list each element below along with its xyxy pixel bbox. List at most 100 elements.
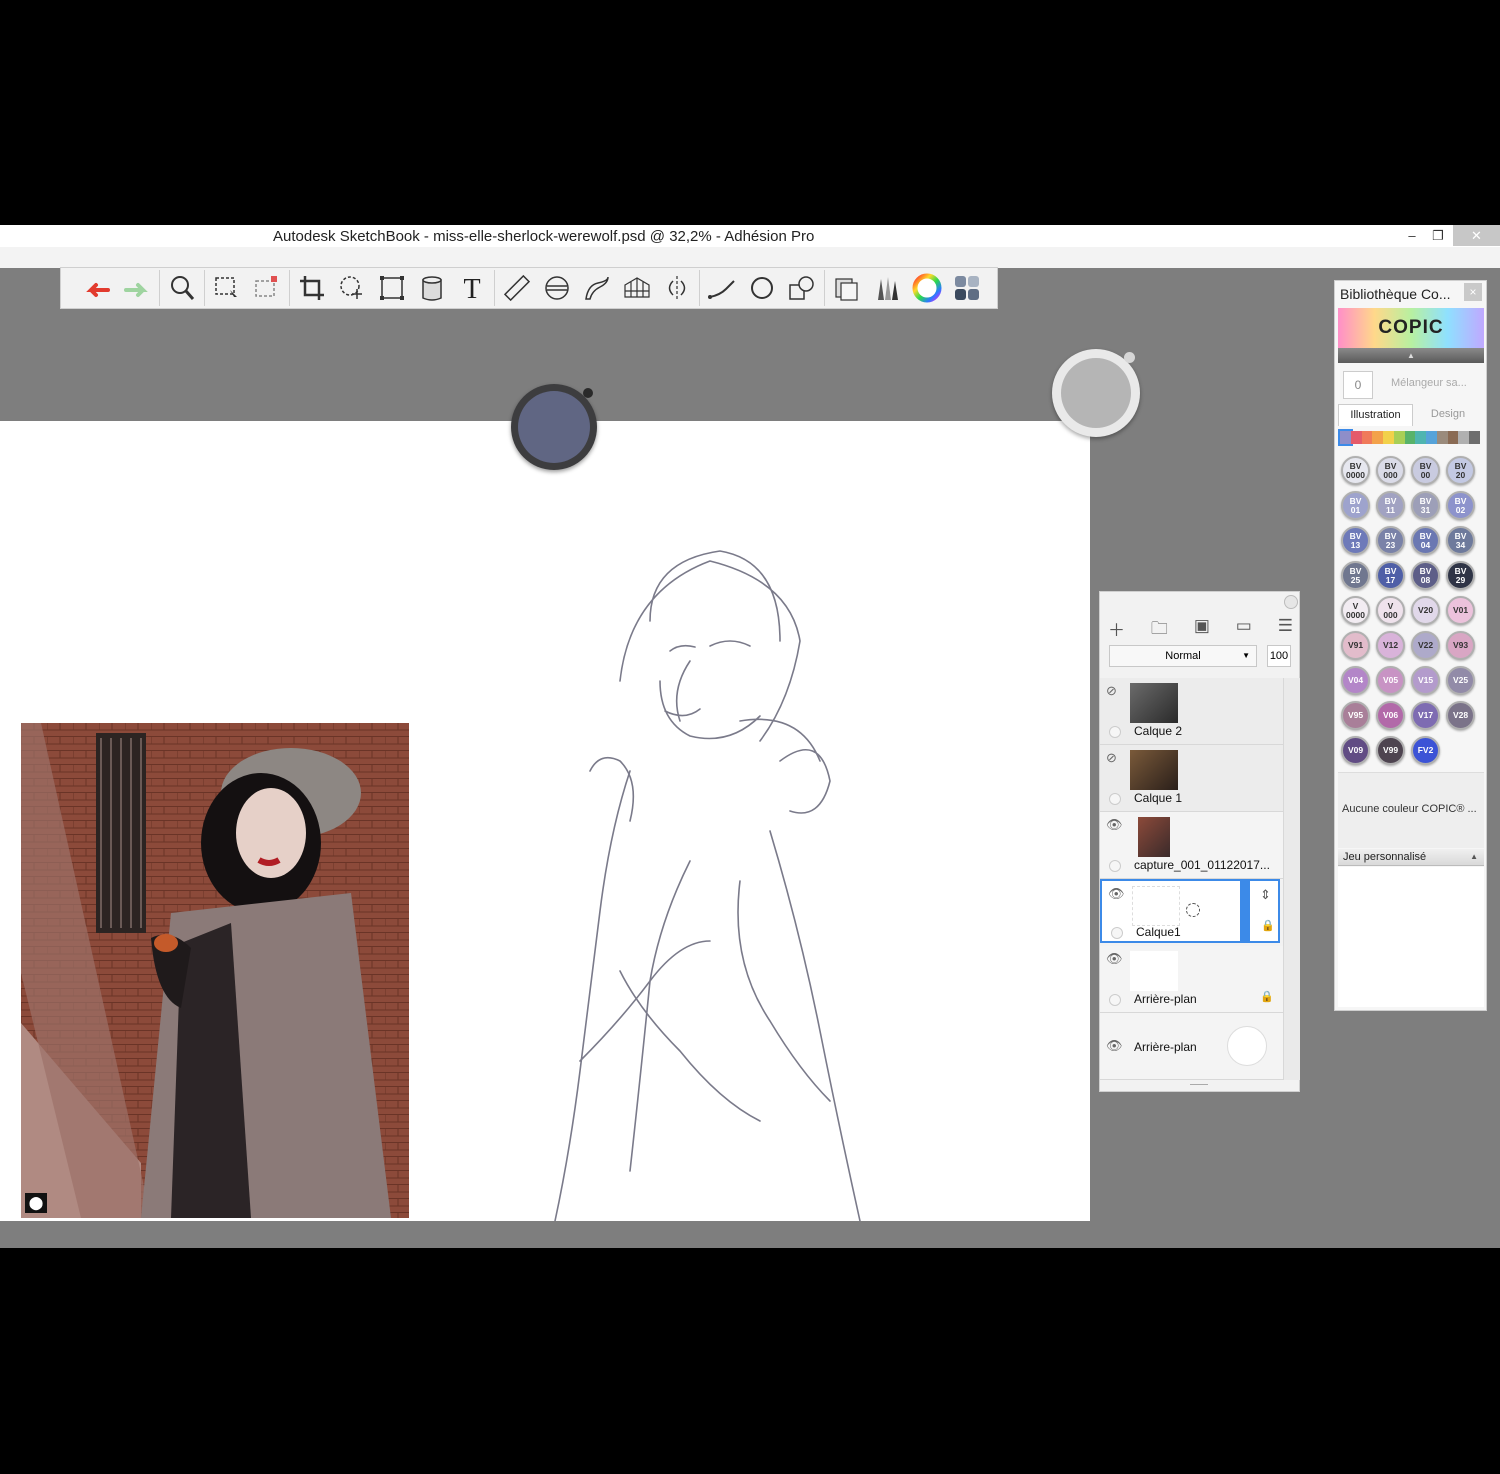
layer-radio[interactable] <box>1109 726 1121 738</box>
color-family-chip[interactable] <box>1350 431 1362 444</box>
lasso-transform-icon[interactable] <box>332 270 372 306</box>
perspective-icon[interactable] <box>617 270 657 306</box>
opacity-field[interactable]: 100 <box>1267 645 1291 667</box>
color-family-chip[interactable] <box>1393 431 1405 444</box>
hidden-eye-icon[interactable]: ⊘ <box>1106 683 1117 699</box>
copic-swatch[interactable]: BV 17 <box>1376 561 1405 590</box>
french-curve-icon[interactable] <box>577 270 617 306</box>
layer-menu-icon[interactable]: ☰ <box>1278 616 1293 645</box>
color-family-chip[interactable] <box>1458 431 1470 444</box>
copic-swatch[interactable]: V05 <box>1376 666 1405 695</box>
collapse-banner-icon[interactable]: ▲ <box>1338 348 1484 363</box>
crop-icon[interactable] <box>292 270 332 306</box>
copic-swatch[interactable]: V04 <box>1341 666 1370 695</box>
layer-radio[interactable] <box>1109 860 1121 872</box>
color-puck[interactable] <box>1052 349 1140 437</box>
copic-swatch[interactable]: V12 <box>1376 631 1405 660</box>
merge-layer-icon[interactable]: ▭ <box>1236 616 1252 645</box>
copic-swatch[interactable]: V20 <box>1411 596 1440 625</box>
color-family-chip[interactable] <box>1436 431 1448 444</box>
layer-row[interactable]: ⊘ Calque 2 <box>1100 678 1283 745</box>
copic-swatch[interactable]: V17 <box>1411 701 1440 730</box>
shapes-icon[interactable] <box>782 270 822 306</box>
redo-icon[interactable] <box>117 270 157 306</box>
layer-row[interactable]: ⊘ Calque 1 <box>1100 745 1283 812</box>
copic-swatch[interactable]: BV 000 <box>1376 456 1405 485</box>
color-family-chip[interactable] <box>1426 431 1437 444</box>
copic-swatch[interactable]: BV 04 <box>1411 526 1440 555</box>
tab-design[interactable]: Design <box>1412 404 1484 425</box>
text-icon[interactable]: T <box>452 270 492 306</box>
brush-palette-icon[interactable] <box>867 270 907 306</box>
copic-swatch[interactable]: V09 <box>1341 736 1370 765</box>
copic-swatch[interactable]: BV 0000 <box>1341 456 1370 485</box>
eye-icon[interactable]: 👁 <box>1106 951 1123 967</box>
layer-radio[interactable] <box>1111 927 1123 939</box>
copic-swatch[interactable]: FV2 <box>1411 736 1440 765</box>
close-panel-button[interactable]: × <box>1464 283 1482 301</box>
lock-icon[interactable]: 🔒 <box>1261 919 1275 932</box>
color-family-chip[interactable] <box>1469 431 1480 444</box>
ruler-icon[interactable] <box>497 270 537 306</box>
move-layer-icon[interactable]: ⇕ <box>1260 887 1271 903</box>
puck-handle[interactable] <box>1124 352 1135 363</box>
add-group-icon[interactable]: 🗀 <box>1151 616 1168 645</box>
fill-bucket-icon[interactable] <box>412 270 452 306</box>
copic-swatch[interactable]: V 000 <box>1376 596 1405 625</box>
puck-handle[interactable] <box>583 388 593 398</box>
add-layer-icon[interactable]: ＋ <box>1108 616 1125 645</box>
copic-swatch[interactable]: V95 <box>1341 701 1370 730</box>
background-color-swatch[interactable] <box>1227 1026 1267 1066</box>
resize-handle[interactable] <box>1190 1084 1208 1085</box>
color-family-chip[interactable] <box>1404 431 1416 444</box>
circle-icon[interactable] <box>742 270 782 306</box>
copic-swatch[interactable]: BV 29 <box>1446 561 1475 590</box>
stroke-icon[interactable] <box>702 270 742 306</box>
color-family-selected[interactable] <box>1338 429 1353 446</box>
symmetry-icon[interactable] <box>657 270 697 306</box>
eye-icon[interactable]: 👁 <box>1106 817 1123 833</box>
zoom-icon[interactable] <box>162 270 202 306</box>
brush-puck[interactable] <box>511 384 597 470</box>
ellipse-guide-icon[interactable] <box>537 270 577 306</box>
layer-row[interactable]: 👁 capture_001_01122017... <box>1100 812 1283 879</box>
copic-swatch[interactable]: BV 31 <box>1411 491 1440 520</box>
copic-swatch[interactable]: BV 20 <box>1446 456 1475 485</box>
copic-swatch[interactable]: BV 01 <box>1341 491 1370 520</box>
select-add-icon[interactable] <box>247 270 287 306</box>
copic-swatch[interactable]: BV 25 <box>1341 561 1370 590</box>
tab-illustration[interactable]: Illustration <box>1338 404 1413 426</box>
color-family-chip[interactable] <box>1361 431 1373 444</box>
layer-scrollbar[interactable] <box>1283 678 1300 1080</box>
layer-editor-icon[interactable] <box>827 270 867 306</box>
copic-swatch[interactable]: V99 <box>1376 736 1405 765</box>
copic-swatch[interactable]: V28 <box>1446 701 1475 730</box>
background-layer-row[interactable]: 👁 Arrière-plan <box>1100 1013 1283 1080</box>
restore-button[interactable]: ❐ <box>1418 225 1458 246</box>
copic-swatch[interactable]: V15 <box>1411 666 1440 695</box>
copic-swatch[interactable]: BV 08 <box>1411 561 1440 590</box>
add-image-icon[interactable]: ▣ <box>1194 616 1210 645</box>
color-family-chip[interactable] <box>1447 431 1459 444</box>
panel-close-icon[interactable] <box>1284 595 1298 609</box>
color-family-strip[interactable] <box>1338 429 1480 446</box>
select-icon[interactable] <box>207 270 247 306</box>
collapse-icon[interactable]: ▲ <box>1470 849 1478 865</box>
color-wheel-icon[interactable] <box>907 270 947 306</box>
copic-swatch[interactable]: BV 11 <box>1376 491 1405 520</box>
copic-swatch[interactable]: BV 02 <box>1446 491 1475 520</box>
lock-icon[interactable]: 🔒 <box>1260 990 1274 1003</box>
copic-swatch[interactable]: V25 <box>1446 666 1475 695</box>
custom-set-header[interactable]: Jeu personnalisé ▲ <box>1338 849 1484 866</box>
copic-swatch[interactable]: V22 <box>1411 631 1440 660</box>
color-family-chip[interactable] <box>1415 431 1427 444</box>
opacity-slider[interactable] <box>1240 879 1250 943</box>
copic-swatch[interactable]: BV 34 <box>1446 526 1475 555</box>
copic-swatch[interactable]: V06 <box>1376 701 1405 730</box>
copic-swatch[interactable]: BV 23 <box>1376 526 1405 555</box>
distort-icon[interactable] <box>372 270 412 306</box>
layer-row-selected[interactable]: 👁 Calque1 ⇕ 🔒 <box>1100 879 1280 943</box>
eye-icon[interactable]: 👁 <box>1108 886 1125 902</box>
copic-library-icon[interactable] <box>947 270 987 306</box>
mixer-count[interactable]: 0 <box>1343 371 1373 399</box>
